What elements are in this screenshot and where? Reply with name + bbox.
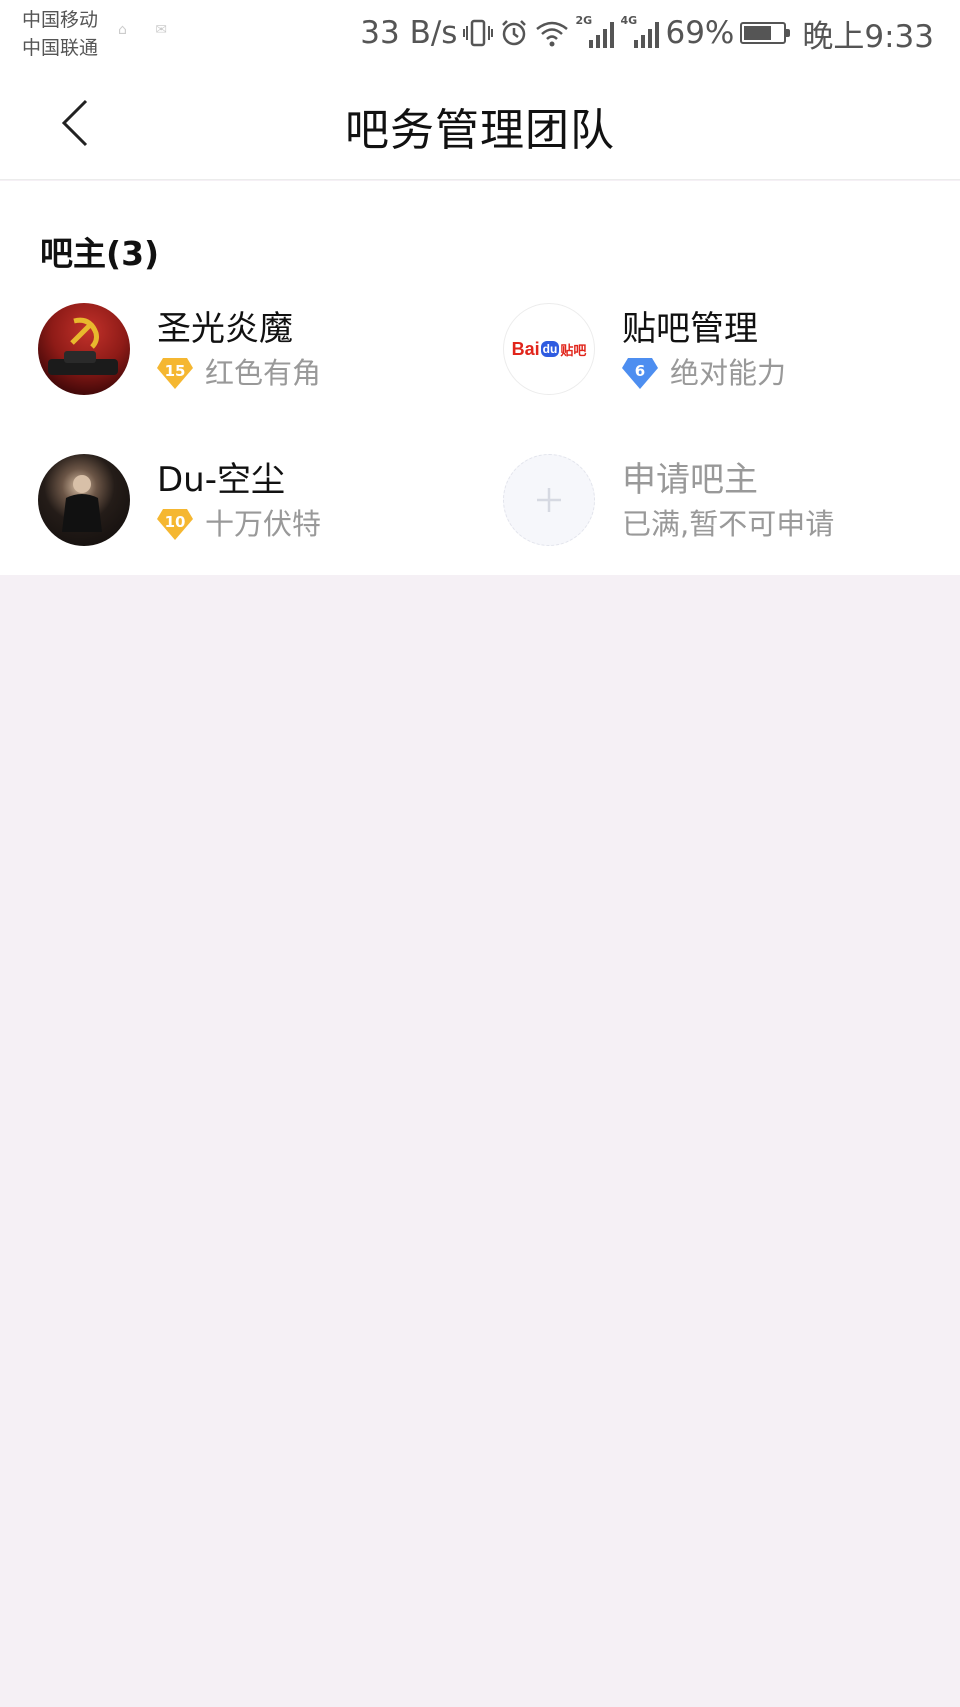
wifi-icon [535, 18, 569, 48]
signal-icon: 4G [620, 14, 660, 48]
carrier-2: 中国联通 [22, 37, 99, 59]
title-bar: 吧务管理团队 [0, 70, 960, 180]
baidu-tieba-logo: Bai du 贴吧 [511, 338, 587, 359]
member-title: 绝对能力 [670, 356, 787, 390]
apply-avatar [503, 454, 595, 546]
member-name: 贴吧管理 [622, 309, 758, 349]
avatar: Bai du 贴吧 [503, 303, 595, 395]
signal-icon: 2G [575, 14, 615, 48]
member-title: 红色有角 [205, 356, 322, 390]
level-badge: 6 [622, 356, 658, 390]
battery-icon [740, 22, 791, 44]
carrier-1: 中国移动 [22, 9, 99, 31]
level-badge: 10 [157, 507, 193, 541]
apply-status: 已满,暂不可申请 [622, 507, 835, 541]
member-item[interactable]: Du-空尘 10 十万伏特 [38, 452, 478, 548]
plus-icon [537, 488, 561, 512]
section-title: 吧主(3) [40, 234, 160, 273]
apply-title: 申请吧主 [622, 460, 758, 500]
member-info: Du-空尘 10 十万伏特 [157, 458, 321, 542]
clock: 晚上9:33 [802, 18, 934, 55]
member-item[interactable]: Bai du 贴吧 贴吧管理 6 绝对能力 [503, 301, 943, 397]
member-info: 贴吧管理 6 绝对能力 [622, 307, 786, 391]
status-indicators: 33 B/s 2G 4G 69% 晚上9:33 [360, 12, 934, 55]
page-title: 吧务管理团队 [345, 105, 615, 156]
carrier-info: 中国移动 中国联通 [22, 6, 98, 62]
apply-manager-item[interactable]: 申请吧主 已满,暂不可申请 [503, 452, 943, 548]
vibrate-icon [463, 18, 494, 48]
notification-icons: ⌂ ✉ [118, 22, 180, 38]
member-item[interactable]: 圣光炎魔 15 红色有角 [38, 301, 478, 397]
member-name: Du-空尘 [157, 460, 285, 500]
level-badge: 15 [157, 356, 193, 390]
apply-info: 申请吧主 已满,暂不可申请 [622, 458, 834, 542]
member-title: 十万伏特 [205, 507, 322, 541]
battery-percent: 69% [665, 15, 735, 51]
network-speed: 33 B/s [360, 15, 458, 51]
member-name: 圣光炎魔 [157, 309, 293, 349]
member-info: 圣光炎魔 15 红色有角 [157, 307, 321, 391]
alarm-icon [499, 18, 529, 48]
avatar [38, 303, 130, 395]
avatar [38, 454, 130, 546]
managers-section: 吧主(3) 圣光炎魔 15 红色有角 Bai du 贴吧 贴吧管理 6 绝对能力… [0, 181, 960, 575]
status-bar: 中国移动 中国联通 ⌂ ✉ 33 B/s 2G 4G 69% 晚上9:33 [0, 0, 960, 70]
